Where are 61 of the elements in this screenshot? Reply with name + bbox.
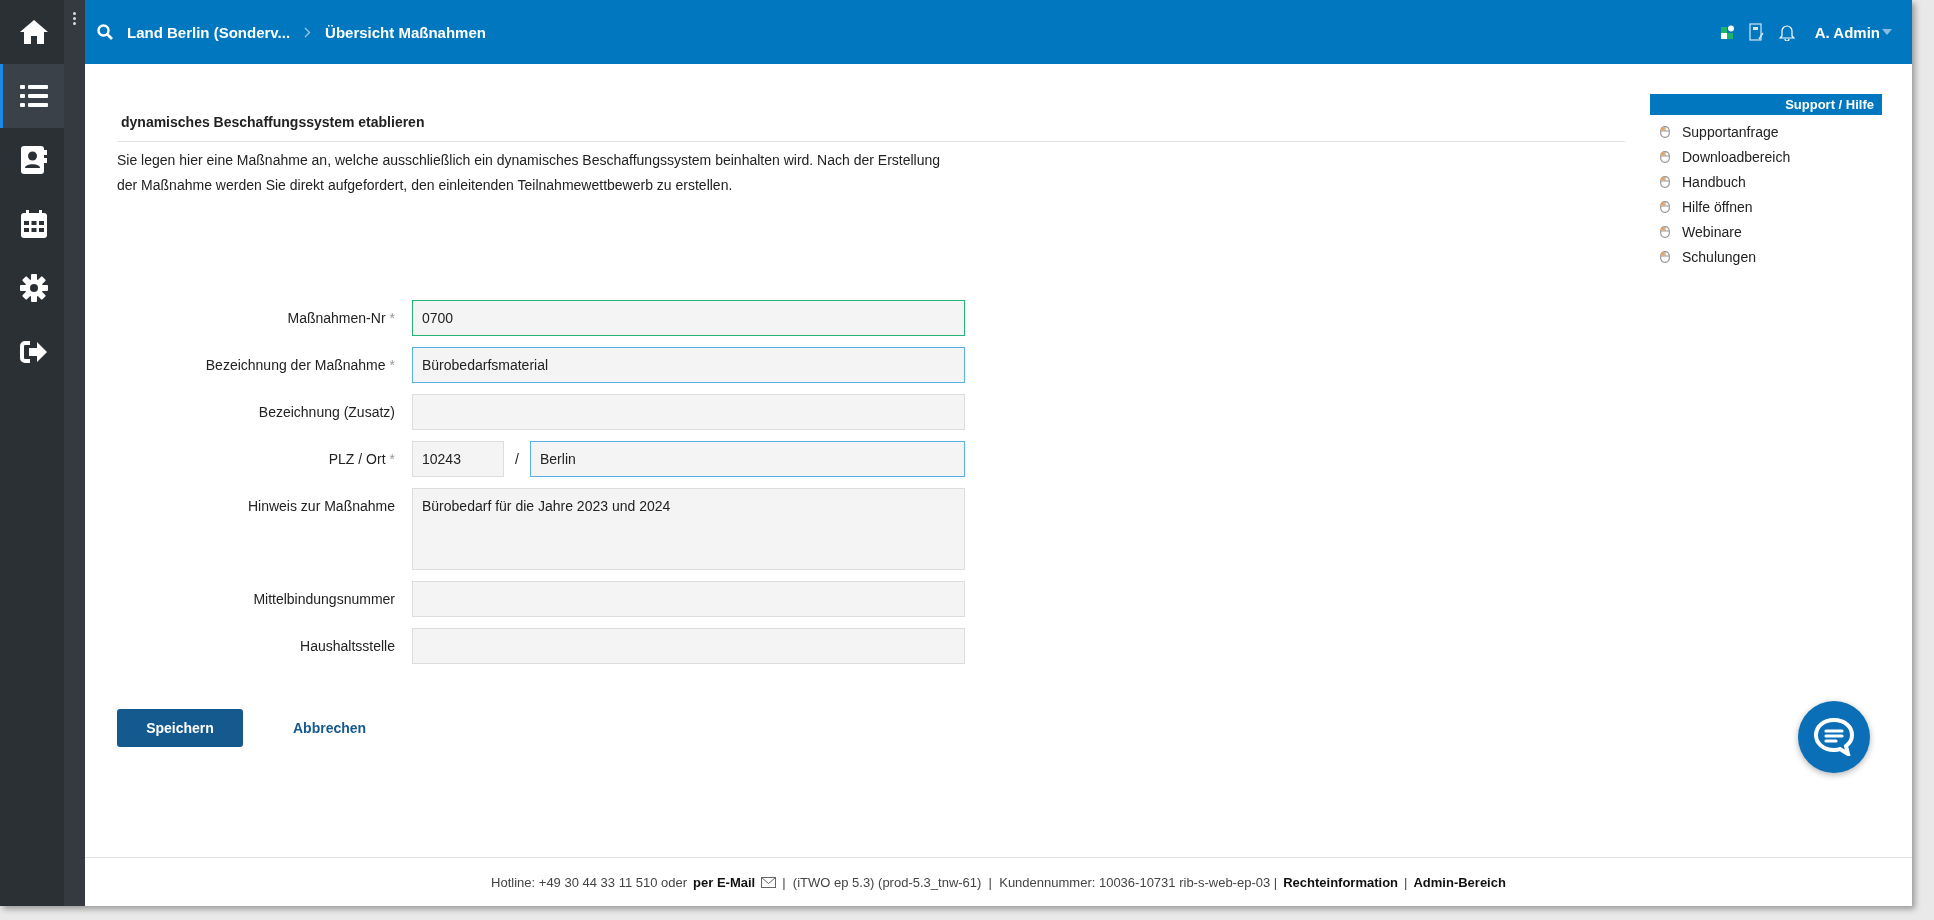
legal-link[interactable]: Rechteinformation xyxy=(1283,874,1399,890)
field-label: Bezeichnung der Maßnahme xyxy=(205,357,386,373)
cancel-link[interactable]: Abbrechen xyxy=(293,720,367,736)
sidebar-item[interactable] xyxy=(0,64,64,128)
chat-icon xyxy=(1814,718,1854,756)
field-label: Mittelbindungsnummer xyxy=(253,591,395,607)
more-icon[interactable] xyxy=(73,12,76,26)
separator-text: / xyxy=(514,451,520,467)
support-header: Support / Hilfe xyxy=(1650,94,1882,115)
textarea-field[interactable]: Bürobedarf für die Jahre 2023 und 2024 xyxy=(412,488,965,570)
mouse-icon xyxy=(1660,150,1670,163)
support-link[interactable]: Webinare xyxy=(1682,223,1742,240)
search-icon[interactable] xyxy=(97,24,113,40)
user-menu[interactable]: A. Admin xyxy=(1814,23,1892,41)
field-label: Haushaltsstelle xyxy=(300,638,395,654)
version-text: | (iTWO ep 5.3) (prod-5.3_tnw-61) | Kundennummer: 10036-10731 rib-s-web-ep-03 | xyxy=(782,874,1278,890)
support-link[interactable]: Handbuch xyxy=(1682,173,1746,190)
email-link[interactable]: per E-Mail xyxy=(693,874,756,890)
input-field[interactable] xyxy=(412,581,965,617)
bell-icon[interactable] xyxy=(1778,23,1795,41)
description-text: Sie legen hier eine Maßnahme an, welche ausschließlich ein dynamisches Beschaffungssystem beinhalten wird. Nach der Erstellung der Maßnahme werden Sie direkt aufgefordert, den einleitenden Teilnahmewettbewerb zu erstellen. xyxy=(117,151,942,195)
required-mark: * xyxy=(389,310,395,326)
list-icon xyxy=(19,84,48,108)
support-link[interactable]: Supportanfrage xyxy=(1682,123,1779,140)
envelope-icon xyxy=(761,876,777,888)
input-field[interactable]: Bürobedarfsmaterial xyxy=(412,347,965,383)
notepad-icon[interactable] xyxy=(1748,23,1765,41)
mouse-icon xyxy=(1660,125,1670,138)
support-link[interactable]: Hilfe öffnen xyxy=(1682,198,1753,215)
support-link[interactable]: Schulungen xyxy=(1682,248,1756,265)
input-field[interactable]: 0700 xyxy=(412,300,965,336)
required-mark: * xyxy=(389,357,395,373)
breadcrumb-link[interactable]: Übersicht Maßnahmen xyxy=(325,23,486,41)
chevron-icon xyxy=(304,26,312,38)
field-label: Hinweis zur Maßnahme xyxy=(247,498,395,514)
mouse-icon xyxy=(1660,225,1670,238)
breadcrumb-link[interactable]: Land Berlin (Sonderv... xyxy=(127,23,291,41)
caret-icon xyxy=(1882,29,1892,35)
mouse-icon xyxy=(1660,200,1670,213)
zip-field[interactable]: 10243 xyxy=(412,441,504,477)
input-field[interactable] xyxy=(412,394,965,430)
separator-text: | xyxy=(1404,874,1408,890)
support-link[interactable]: Downloadbereich xyxy=(1682,148,1791,165)
page-title: dynamisches Beschaffungssystem etablieren xyxy=(117,114,1625,142)
field-label: Maßnahmen-Nr xyxy=(287,310,386,326)
required-mark: * xyxy=(389,451,395,467)
chat-button[interactable] xyxy=(1798,701,1870,773)
admin-link[interactable]: Admin-Bereich xyxy=(1413,874,1506,890)
field-label: Bezeichnung (Zusatz) xyxy=(258,404,395,420)
city-field[interactable]: Berlin xyxy=(530,441,965,477)
calendar-icon xyxy=(20,210,47,238)
mouse-icon xyxy=(1660,175,1670,188)
home-icon xyxy=(19,19,48,45)
tiles-icon[interactable] xyxy=(1720,25,1735,39)
logout-icon xyxy=(19,340,48,364)
contact-book-icon xyxy=(20,146,47,174)
hotline-text: Hotline: +49 30 44 33 11 510 oder xyxy=(491,874,688,890)
mouse-icon xyxy=(1660,250,1670,263)
save-button[interactable]: Speichern xyxy=(117,709,243,747)
input-field[interactable] xyxy=(412,628,965,664)
field-label: PLZ / Ort xyxy=(328,451,386,467)
